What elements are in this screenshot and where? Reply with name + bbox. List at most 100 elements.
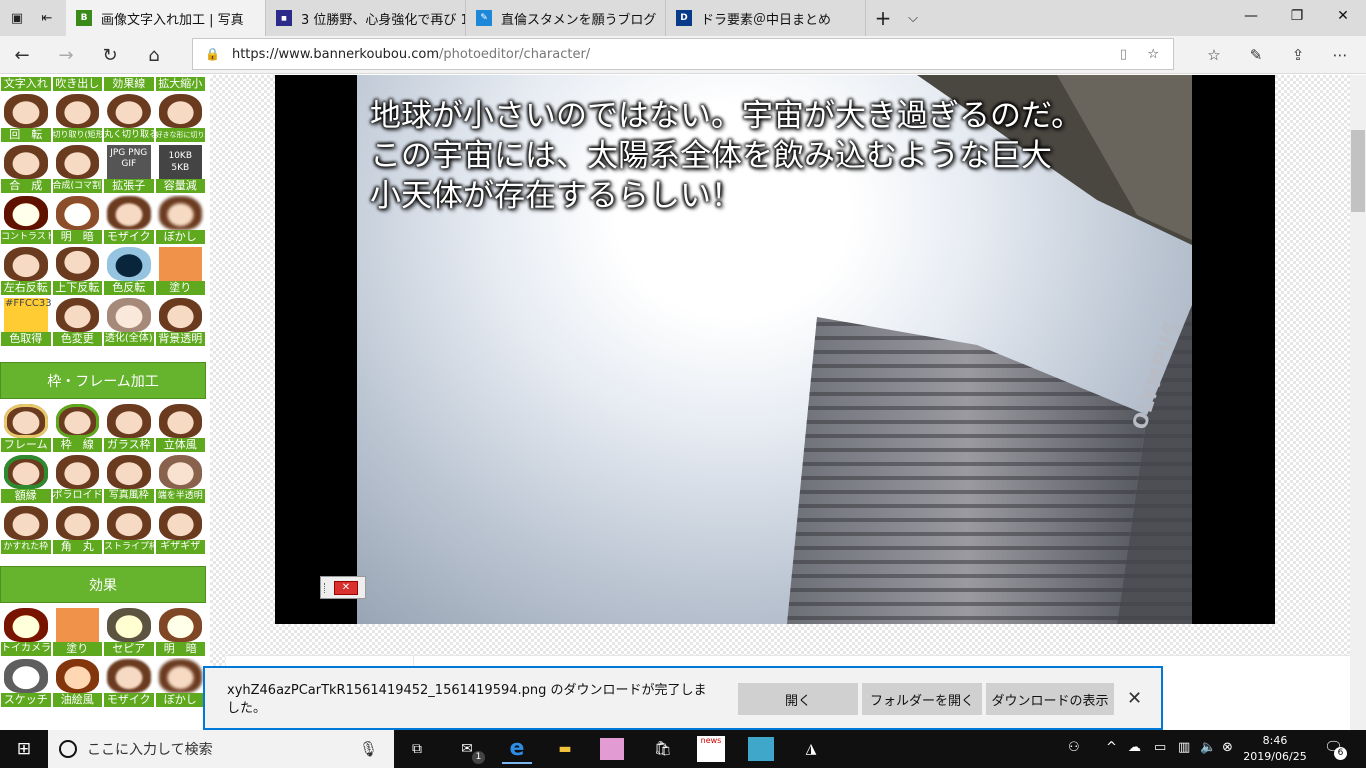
tool-transparency-all[interactable]: 透化(全体) bbox=[103, 296, 155, 347]
tool-polaroid[interactable]: ポラロイド bbox=[51, 453, 103, 504]
file-explorer-icon[interactable]: ▬ bbox=[550, 734, 580, 764]
tool-effect-blur[interactable]: ぼかし bbox=[154, 657, 206, 708]
tool-sepia[interactable]: セピア bbox=[103, 606, 155, 657]
tab-preview-icon[interactable]: ▣ bbox=[2, 0, 32, 36]
tool-frame[interactable]: フレーム bbox=[0, 402, 52, 453]
effect-section-header[interactable]: 効果 bbox=[0, 566, 206, 603]
tool-brightness[interactable]: 明 暗 bbox=[51, 194, 103, 245]
drag-handle-icon[interactable] bbox=[324, 583, 330, 593]
tool-effect-lines[interactable]: 効果線 bbox=[103, 75, 155, 92]
action-center-icon[interactable]: 🗨 6 bbox=[1324, 738, 1347, 760]
new-tab-button[interactable]: + bbox=[868, 0, 898, 36]
frame-section-header[interactable]: 枠・フレーム加工 bbox=[0, 362, 206, 399]
news-app-icon[interactable]: news bbox=[697, 736, 725, 762]
close-window-icon[interactable]: ✕ bbox=[1320, 0, 1366, 32]
tool-sketch[interactable]: スケッチ bbox=[0, 657, 52, 708]
tool-composite-panels[interactable]: 合成(コマ割) bbox=[51, 143, 103, 194]
reading-view-icon[interactable]: ▯ bbox=[1120, 47, 1127, 62]
tool-toy-camera[interactable]: トイカメラ bbox=[0, 606, 52, 657]
caption-line-1[interactable]: 地球が小さいのではない。宇宙が大き過ぎるのだ。 bbox=[370, 90, 1082, 135]
tool-crop-freeform[interactable]: 好きな形に切り取る bbox=[154, 92, 206, 143]
text-box-control[interactable]: ✕ bbox=[320, 576, 366, 599]
tool-oil-paint[interactable]: 油絵風 bbox=[51, 657, 103, 708]
microphone-icon[interactable]: 🎙 bbox=[359, 740, 378, 758]
tool-invert-color[interactable]: 色反転 bbox=[103, 245, 155, 296]
tool-rounded-corners[interactable]: 角 丸 bbox=[51, 504, 103, 555]
tab-list-button[interactable]: ⌵ bbox=[898, 0, 928, 36]
view-downloads-button[interactable]: ダウンロードの表示 bbox=[986, 683, 1114, 715]
tool-jagged-edge[interactable]: ギザギザ bbox=[154, 504, 206, 555]
tab-news[interactable]: ■ 3 位勝野、心身強化で再び 1 bbox=[266, 0, 466, 36]
tool-border-line[interactable]: 枠 線 bbox=[51, 402, 103, 453]
edge-browser-icon[interactable]: e bbox=[502, 734, 532, 764]
set-aside-tabs-icon[interactable]: ⇤ bbox=[32, 0, 62, 36]
tool-3d-frame[interactable]: 立体風 bbox=[154, 402, 206, 453]
tab-bannerkoubou[interactable]: B 画像文字入れ加工 | 写真 bbox=[66, 0, 266, 36]
minimize-icon[interactable]: — bbox=[1228, 0, 1274, 32]
tool-edge-transparent[interactable]: 端を半透明 bbox=[154, 453, 206, 504]
tool-faded-frame[interactable]: かすれた枠 bbox=[0, 504, 52, 555]
tool-contrast[interactable]: コントラスト bbox=[0, 194, 52, 245]
tool-blur[interactable]: ぼかし bbox=[154, 194, 206, 245]
close-download-bar-icon[interactable]: ✕ bbox=[1127, 688, 1142, 709]
tool-effect-brightness[interactable]: 明 暗 bbox=[154, 606, 206, 657]
task-view-icon[interactable]: ⧉ bbox=[402, 734, 432, 764]
tool-speech-bubble[interactable]: 吹き出し bbox=[51, 75, 103, 92]
scrollbar-thumb[interactable] bbox=[1351, 130, 1365, 212]
tool-color-change[interactable]: 色変更 bbox=[51, 296, 103, 347]
people-icon[interactable]: ⚇ bbox=[1068, 740, 1080, 755]
tool-mosaic[interactable]: モザイク bbox=[103, 194, 155, 245]
tool-picture-frame[interactable]: 額縁 bbox=[0, 453, 52, 504]
more-menu-icon[interactable]: ⋯ bbox=[1320, 36, 1360, 74]
taskbar-search-box[interactable]: ここに入力して検索 🎙 bbox=[48, 730, 394, 768]
photo-app-icon[interactable] bbox=[748, 737, 774, 761]
tool-background-transparent[interactable]: 背景透明 bbox=[154, 296, 206, 347]
tool-effect-fill[interactable]: 塗り bbox=[51, 606, 103, 657]
network-icon[interactable]: ▥ bbox=[1178, 740, 1190, 755]
tool-color-picker[interactable]: #FFCC33 色取得 bbox=[0, 296, 52, 347]
dragons-app-icon[interactable]: ◮ bbox=[796, 734, 826, 764]
delete-text-icon[interactable]: ✕ bbox=[334, 581, 358, 595]
tool-crop-rect[interactable]: 切り取り(矩形) bbox=[51, 92, 103, 143]
tool-flip-horizontal[interactable]: 左右反転 bbox=[0, 245, 52, 296]
back-arrow-icon[interactable]: ← bbox=[2, 36, 42, 74]
open-folder-button[interactable]: フォルダーを開く bbox=[862, 683, 982, 715]
battery-icon[interactable]: ▭ bbox=[1154, 740, 1166, 755]
tool-flip-vertical[interactable]: 上下反転 bbox=[51, 245, 103, 296]
caption-line-2[interactable]: この宇宙には、太陽系全体を飲み込むような巨大 bbox=[370, 130, 1052, 175]
caption-line-3[interactable]: 小天体が存在するらしい！ bbox=[370, 170, 742, 215]
favorite-star-icon[interactable]: ☆ bbox=[1147, 47, 1159, 62]
tool-photo-style-frame[interactable]: 写真風枠 bbox=[103, 453, 155, 504]
tool-stripe-frame[interactable]: ストライプ枠 bbox=[103, 504, 155, 555]
volume-icon[interactable]: 🔈 bbox=[1200, 740, 1216, 755]
forward-arrow-icon[interactable]: → bbox=[46, 36, 86, 74]
tool-glass-frame[interactable]: ガラス枠 bbox=[103, 402, 155, 453]
tool-reduce-size[interactable]: 10KB 5KB 容量減 bbox=[154, 143, 206, 194]
refresh-icon[interactable]: ↻ bbox=[90, 36, 130, 74]
ime-icon[interactable]: ⊗ bbox=[1222, 740, 1233, 755]
maximize-icon[interactable]: ❐ bbox=[1274, 0, 1320, 32]
address-bar[interactable]: 🔒 https://www.bannerkoubou.com/photoedit… bbox=[192, 38, 1174, 70]
taskbar-clock[interactable]: 8:46 2019/06/25 bbox=[1240, 733, 1310, 765]
tool-fill[interactable]: 塗り bbox=[154, 245, 206, 296]
tool-text-input[interactable]: 文字入れ bbox=[0, 75, 52, 92]
windows-start-icon[interactable]: ⊞ bbox=[9, 734, 39, 764]
mail-icon[interactable]: ✉ 1 bbox=[452, 734, 485, 764]
tool-crop-round[interactable]: 丸く切り取る bbox=[103, 92, 155, 143]
tool-resize[interactable]: 拡大縮小 bbox=[154, 75, 206, 92]
tool-composite[interactable]: 合 成 bbox=[0, 143, 52, 194]
home-icon[interactable]: ⌂ bbox=[134, 36, 174, 74]
tray-overflow-icon[interactable]: ^ bbox=[1106, 740, 1117, 755]
share-icon[interactable]: ⇪ bbox=[1278, 36, 1318, 74]
onedrive-cloud-icon[interactable]: ☁ bbox=[1128, 740, 1141, 755]
tab-blog[interactable]: ✎ 直倫スタメンを願うブログ bbox=[466, 0, 666, 36]
tool-effect-mosaic[interactable]: モザイク bbox=[103, 657, 155, 708]
tab-dragons-matome[interactable]: D ドラ要素＠中日まとめ bbox=[666, 0, 866, 36]
store-icon[interactable]: 🛍 bbox=[648, 734, 678, 764]
favorites-hub-icon[interactable]: ☆ bbox=[1194, 36, 1234, 74]
web-note-icon[interactable]: ✎ bbox=[1236, 36, 1276, 74]
open-file-button[interactable]: 開く bbox=[738, 683, 858, 715]
app-icon-pink[interactable] bbox=[600, 738, 624, 760]
tool-rotate[interactable]: 回 転 bbox=[0, 92, 52, 143]
tool-extension[interactable]: JPG PNG GIF 拡張子 bbox=[103, 143, 155, 194]
